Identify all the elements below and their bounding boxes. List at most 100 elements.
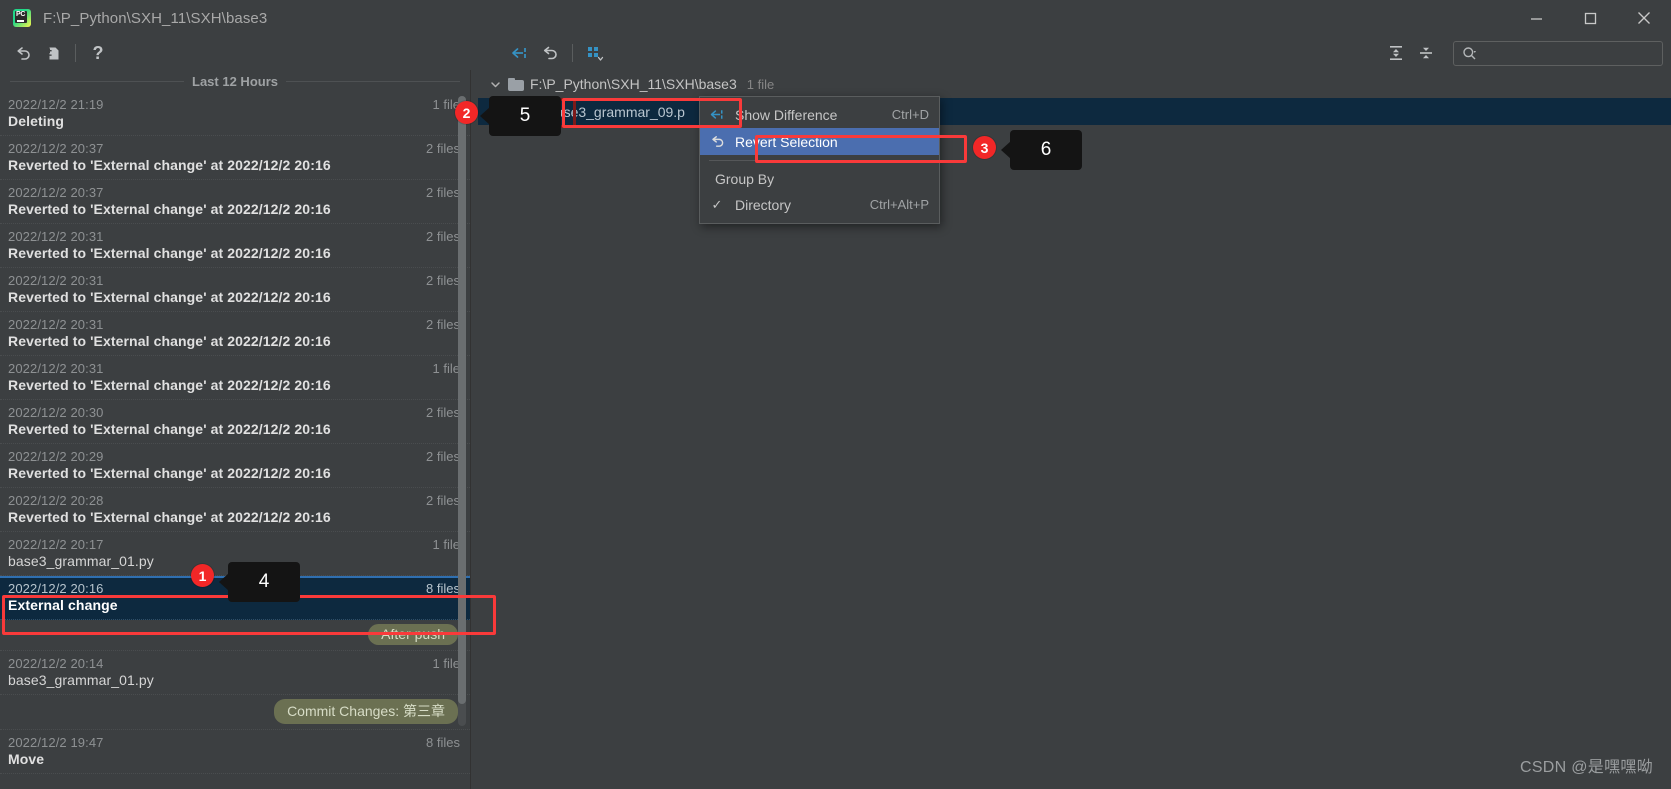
revision-label: Reverted to 'External change' at 2022/12…	[8, 201, 331, 217]
section-title: Last 12 Hours	[192, 73, 278, 89]
revision-row-selected[interactable]: 2022/12/2 20:16 8 files External change	[0, 576, 470, 620]
revision-date: 2022/12/2 20:17	[8, 537, 104, 552]
center-toolbar-group	[505, 36, 610, 70]
revision-date: 2022/12/2 20:30	[8, 405, 104, 420]
revision-label: External change	[8, 597, 118, 613]
revision-tag-row: After push	[0, 620, 470, 651]
expand-all-icon	[1390, 46, 1402, 60]
revision-label: base3_grammar_01.py	[8, 672, 154, 688]
revision-label: Reverted to 'External change' at 2022/12…	[8, 509, 331, 525]
revision-date: 2022/12/2 20:29	[8, 449, 104, 464]
revision-row[interactable]: 2022/12/2 20:37 2 files Reverted to 'Exte…	[0, 180, 470, 224]
revision-row[interactable]: 2022/12/2 20:30 2 files Reverted to 'Exte…	[0, 400, 470, 444]
create-patch-toolbar-button[interactable]	[38, 40, 68, 66]
revision-label: Reverted to 'External change' at 2022/12…	[8, 465, 331, 481]
header-rule-right	[286, 80, 461, 82]
expand-all-button[interactable]	[1381, 40, 1411, 66]
revision-row[interactable]: 2022/12/2 20:17 1 file base3_grammar_01.p…	[0, 532, 470, 576]
revision-tag-row: Commit Changes: 第三章	[0, 695, 470, 730]
window-title: F:\P_Python\SXH_11\SXH\base3	[43, 9, 268, 27]
revision-file-count: 8 files	[426, 735, 460, 750]
revision-label: Reverted to 'External change' at 2022/12…	[8, 157, 331, 173]
menu-group-header: Group By	[715, 171, 775, 187]
toolbar-separator	[75, 44, 76, 62]
pycharm-local-history-window: PC F:\P_Python\SXH_11\SXH\base3 ? Last 1…	[0, 0, 1671, 789]
revision-file-count: 2 files	[426, 449, 460, 464]
tree-file-row-selected[interactable]: base3_grammar_09.p	[478, 98, 1671, 125]
header-rule-left	[10, 80, 185, 82]
revision-row[interactable]: 2022/12/2 20:31 2 files Reverted to 'Exte…	[0, 224, 470, 268]
revision-list-scrollbar[interactable]	[458, 96, 466, 726]
revision-row[interactable]: 2022/12/2 20:31 2 files Reverted to 'Exte…	[0, 268, 470, 312]
revision-label: base3_grammar_01.py	[8, 553, 154, 569]
revision-label: Reverted to 'External change' at 2022/12…	[8, 421, 331, 437]
menu-item-label: Show Difference	[735, 106, 838, 123]
revision-file-count: 1 file	[432, 97, 460, 112]
title-bar: PC F:\P_Python\SXH_11\SXH\base3	[0, 0, 1671, 36]
close-button[interactable]	[1617, 0, 1671, 36]
revision-label: Reverted to 'External change' at 2022/12…	[8, 333, 331, 349]
revision-row[interactable]: 2022/12/2 20:31 1 file Reverted to 'Exter…	[0, 356, 470, 400]
show-difference-toolbar-button[interactable]	[505, 40, 535, 66]
revision-file-count: 2 files	[426, 229, 460, 244]
section-header-last-12-hours: Last 12 Hours	[0, 70, 470, 92]
revision-date: 2022/12/2 20:14	[8, 656, 104, 671]
label-chip[interactable]: After push	[368, 624, 458, 645]
menu-item-group-by-directory[interactable]: ✓ Directory Ctrl+Alt+P	[700, 191, 939, 218]
revision-file-count: 8 files	[426, 581, 460, 596]
revisions-panel: Last 12 Hours 2022/12/2 21:19 1 file Dele…	[0, 70, 470, 789]
revision-row[interactable]: 2022/12/2 19:47 8 files Move	[0, 730, 470, 774]
revert-toolbar-button[interactable]	[8, 40, 38, 66]
maximize-button[interactable]	[1563, 0, 1617, 36]
revision-row[interactable]: 2022/12/2 20:28 2 files Reverted to 'Exte…	[0, 488, 470, 532]
revision-date: 2022/12/2 20:28	[8, 493, 104, 508]
search-input[interactable]	[1483, 45, 1643, 61]
revision-label: Move	[8, 751, 45, 767]
revision-row[interactable]: 2022/12/2 20:31 2 files Reverted to 'Exte…	[0, 312, 470, 356]
revision-row[interactable]: 2022/12/2 20:29 2 files Reverted to 'Exte…	[0, 444, 470, 488]
menu-item-label: Directory	[735, 196, 792, 213]
tree-directory-row[interactable]: F:\P_Python\SXH_11\SXH\base3 1 file	[478, 70, 1671, 98]
revision-label: Deleting	[8, 113, 65, 129]
revision-date: 2022/12/2 20:31	[8, 273, 104, 288]
revision-file-count: 2 files	[426, 273, 460, 288]
scrollbar-thumb[interactable]	[458, 96, 466, 704]
label-chip[interactable]: Commit Changes: 第三章	[274, 699, 458, 724]
revision-date: 2022/12/2 20:31	[8, 317, 104, 332]
create-patch-icon	[46, 47, 58, 59]
revision-row[interactable]: 2022/12/2 20:14 1 file base3_grammar_01.p…	[0, 651, 470, 695]
context-menu: Show Difference Ctrl+D Revert Selection …	[699, 96, 940, 224]
group-by-toolbar-button[interactable]	[580, 40, 610, 66]
revision-label: Reverted to 'External change' at 2022/12…	[8, 289, 331, 305]
python-file-icon	[526, 103, 541, 120]
menu-item-revert-selection[interactable]: Revert Selection	[700, 128, 939, 155]
undo-arrow-icon	[16, 46, 30, 60]
revision-file-count: 2 files	[426, 405, 460, 420]
group-by-icon	[588, 47, 604, 61]
search-box[interactable]	[1453, 40, 1663, 66]
chevron-down-icon[interactable]	[488, 79, 502, 90]
menu-item-shortcut: Ctrl+D	[891, 107, 929, 122]
tree-directory-path: F:\P_Python\SXH_11\SXH\base3	[530, 76, 737, 92]
revision-file-count: 1 file	[432, 656, 460, 671]
revert-arrow-icon	[708, 133, 726, 150]
help-toolbar-button[interactable]: ?	[83, 40, 113, 66]
toolbar: ?	[0, 36, 1671, 70]
revision-row[interactable]: 2022/12/2 20:37 2 files Reverted to 'Exte…	[0, 136, 470, 180]
panel-splitter[interactable]	[470, 70, 478, 789]
collapse-all-icon	[1420, 47, 1432, 59]
revision-label: Reverted to 'External change' at 2022/12…	[8, 245, 331, 261]
revision-row[interactable]: 2022/12/2 21:19 1 file Deleting	[0, 92, 470, 136]
revision-date: 2022/12/2 20:37	[8, 185, 104, 200]
revert-selection-toolbar-button[interactable]	[535, 40, 565, 66]
revert-arrow-icon	[543, 46, 557, 60]
toolbar-separator-2	[572, 44, 573, 62]
collapse-all-button[interactable]	[1411, 40, 1441, 66]
menu-item-show-difference[interactable]: Show Difference Ctrl+D	[700, 101, 939, 128]
revision-file-count: 1 file	[432, 361, 460, 376]
revision-file-count: 1 file	[432, 537, 460, 552]
minimize-button[interactable]	[1509, 0, 1563, 36]
changed-files-panel: F:\P_Python\SXH_11\SXH\base3 1 file base…	[478, 70, 1671, 789]
help-question-icon: ?	[92, 42, 104, 63]
tree-file-name: base3_grammar_09.p	[548, 103, 685, 120]
